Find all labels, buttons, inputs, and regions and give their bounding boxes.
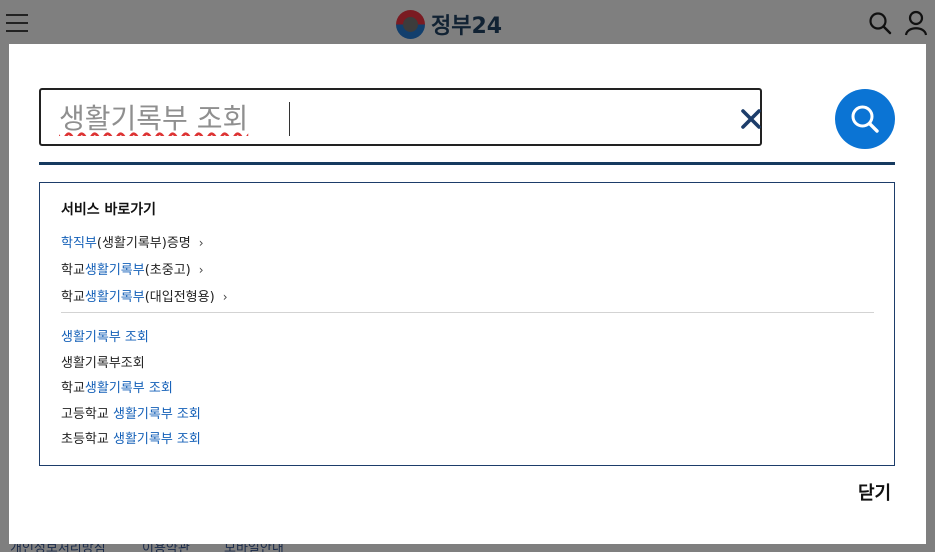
service-shortcut-item[interactable]: 학교생활기록부(대입전형용) › [61, 286, 228, 313]
item-text: (생활기록부)증명 [96, 236, 191, 251]
search-input[interactable] [59, 98, 699, 136]
search-box [39, 88, 762, 146]
keyword-suggestion-item[interactable]: 생활기록부조회 [61, 352, 201, 378]
keyword-suggestion-list: 생활기록부 조회 생활기록부조회 학교생활기록부 조회 고등학교 생활기록부 조… [61, 326, 201, 454]
service-shortcut-list: 학직부(생활기록부)증명 › 학교생활기록부(초중고) › 학교생활기록부(대입전형… [61, 232, 228, 313]
item-highlight: 생활기록부 조회 [112, 432, 201, 448]
footer-link-terms[interactable]: 이용약관 [142, 543, 190, 552]
item-text: (초중고) [144, 263, 191, 278]
keyword-suggestion-item[interactable]: 학교생활기록부 조회 [61, 377, 201, 403]
close-button[interactable]: 닫기 [858, 479, 891, 505]
item-highlight: 생활기록부 [84, 263, 145, 278]
taegeuk-logo-icon [396, 9, 425, 39]
item-highlight: 생활기록부 조회 [61, 330, 149, 345]
item-text: 고등학교 [61, 406, 113, 422]
text-caret [289, 102, 290, 136]
chevron-right-icon: › [198, 236, 204, 250]
item-highlight: 생활기록부 조회 [84, 381, 173, 397]
keyword-suggestion-item[interactable]: 초등학교 생활기록부 조회 [61, 428, 201, 454]
search-icon [851, 105, 879, 133]
close-x-icon[interactable] [739, 107, 763, 131]
search-modal: 서비스 바로가기 학직부(생활기록부)증명› 학교생활기록부(초중고)› 학교생… [9, 44, 926, 544]
site-header: 정부24 [0, 0, 935, 44]
chevron-right-icon: › [222, 290, 228, 304]
chevron-right-icon: › [198, 263, 204, 277]
site-logo[interactable]: 정부24 [396, 9, 502, 39]
suggestions-panel: 서비스 바로가기 학직부(생활기록부)증명 › 학교생활기록부(초중고) › 학교생… [39, 182, 895, 466]
item-text: 학교 [61, 290, 85, 305]
footer-link-privacy[interactable]: 개인정보처리방침 [10, 543, 106, 552]
item-highlight: 생활기록부 [84, 290, 145, 305]
item-highlight: 생활기록부 조회 [112, 406, 201, 422]
item-text: 학교 [61, 381, 85, 397]
search-divider [39, 162, 895, 165]
keyword-suggestion-item[interactable]: 고등학교 생활기록부 조회 [61, 403, 201, 429]
section-divider [61, 312, 874, 313]
footer-link-mobile[interactable]: 모바일안내 [224, 543, 284, 552]
site-footer: 개인정보처리방침 이용약관 모바일안내 [0, 543, 935, 552]
item-highlight: 학직부 [61, 236, 97, 251]
item-text: 학교 [61, 263, 85, 278]
item-text: (대입전형용) [144, 290, 215, 305]
shortcuts-title: 서비스 바로가기 [61, 202, 157, 218]
item-text: 생활기록부조회 [61, 355, 145, 371]
service-shortcut-item[interactable]: 학교생활기록부(초중고) › [61, 259, 228, 286]
item-text: 초등학교 [61, 432, 113, 448]
hamburger-menu-icon[interactable] [6, 14, 28, 32]
search-submit-button[interactable] [835, 89, 895, 149]
search-icon[interactable] [868, 11, 892, 35]
logo-text: 정부24 [431, 14, 503, 39]
keyword-suggestion-item[interactable]: 생활기록부 조회 [61, 326, 201, 352]
service-shortcut-item[interactable]: 학직부(생활기록부)증명 › [61, 232, 228, 259]
user-icon[interactable] [904, 10, 928, 36]
